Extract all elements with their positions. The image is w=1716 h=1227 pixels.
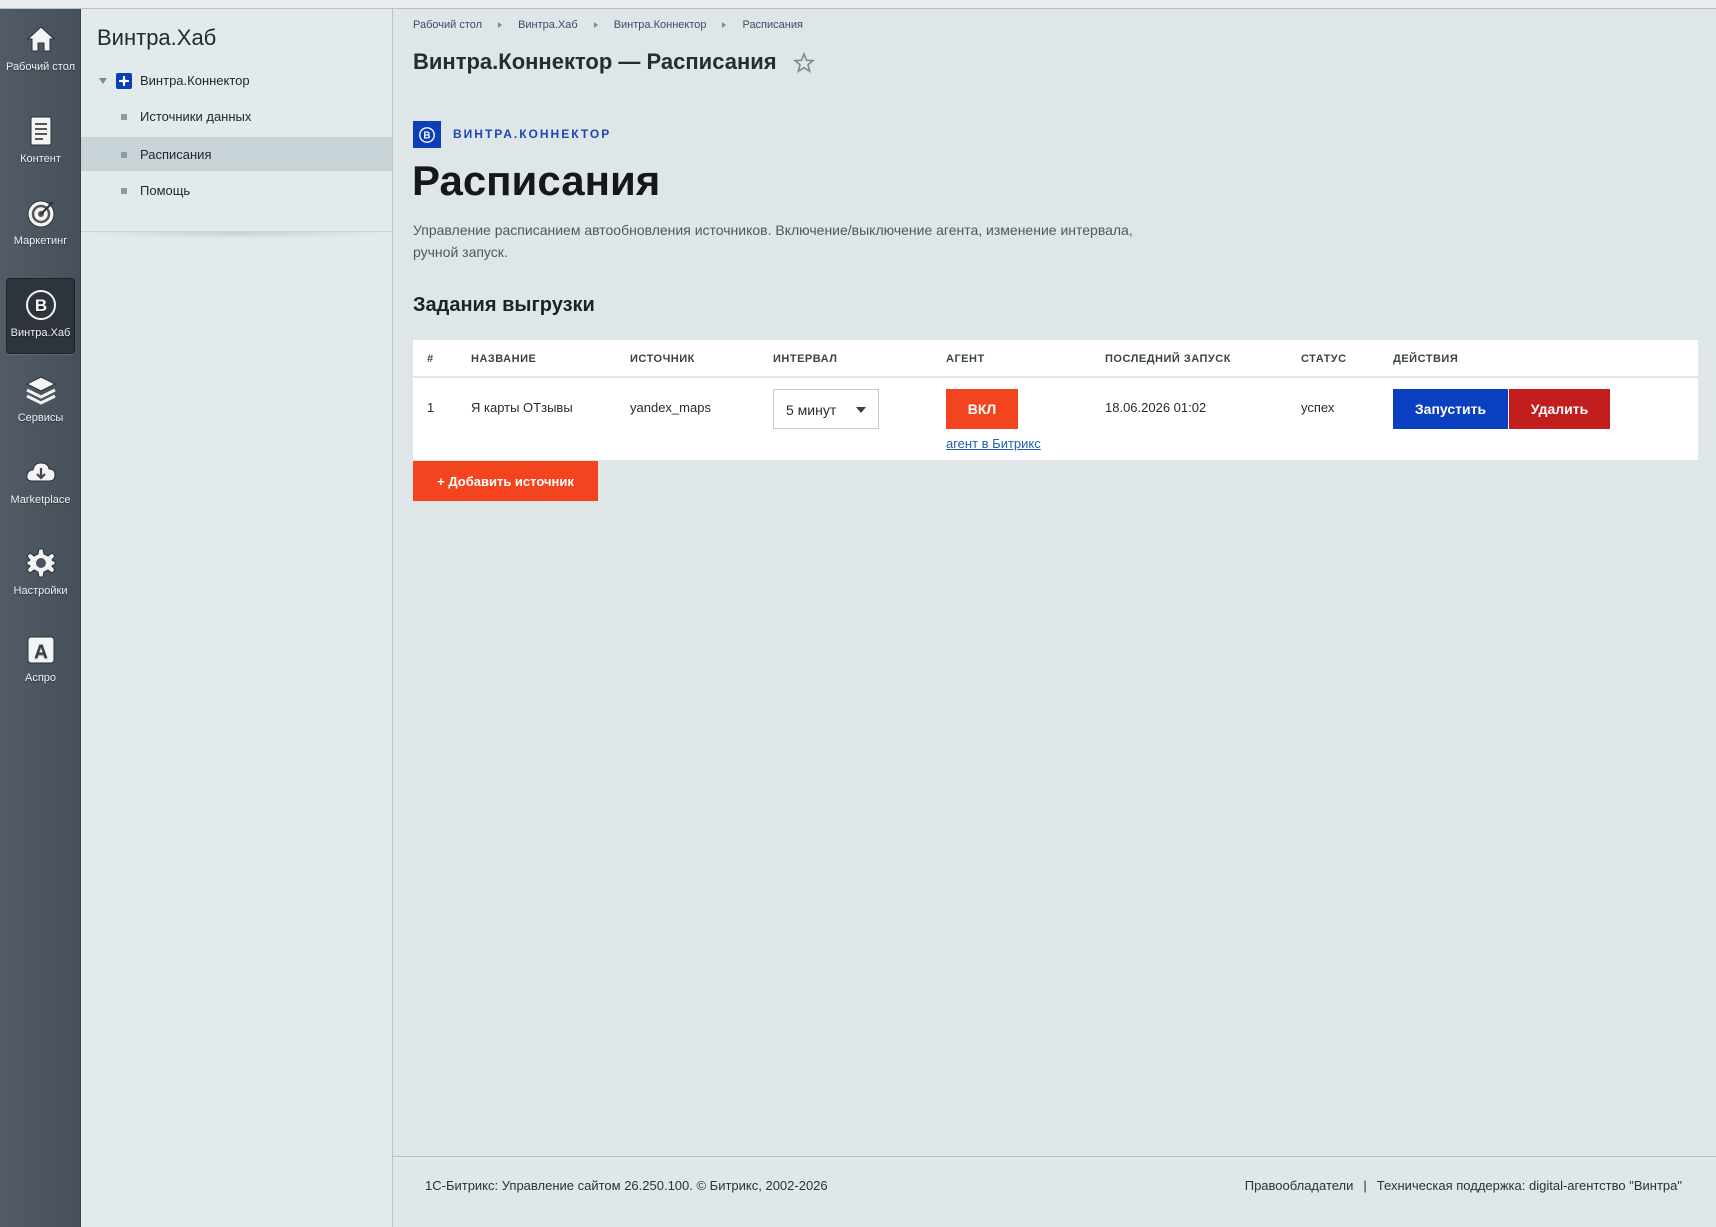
delete-button[interactable]: Удалить [1509, 389, 1610, 429]
menu-item-label: Винтра.Коннектор [140, 73, 250, 88]
row-number: 1 [427, 400, 435, 415]
page-title: Винтра.Коннектор — Расписания [413, 49, 777, 74]
favorite-star-icon[interactable] [793, 52, 815, 74]
menu-item-schedules[interactable]: Расписания [81, 137, 392, 171]
brand-label: ВИНТРА.КОННЕКТОР [453, 127, 612, 141]
column-header: ПОСЛЕДНИЙ ЗАПУСК [1105, 353, 1231, 365]
rail-label: Сервисы [17, 412, 64, 424]
rail-item-marketplace[interactable]: Marketplace [0, 455, 81, 506]
breadcrumb-item[interactable]: Расписания [742, 19, 802, 31]
rail-label: Аспро [24, 672, 57, 684]
column-header: АГЕНТ [946, 353, 985, 365]
home-icon [26, 26, 55, 52]
column-header: ИСТОЧНИК [630, 353, 695, 365]
breadcrumb-arrow-icon [498, 22, 503, 28]
document-icon [30, 116, 51, 146]
menu-item-vintra-connector[interactable]: Винтра.Коннектор [81, 63, 392, 97]
rail-label: Контент [20, 153, 61, 165]
status-text: успех [1301, 400, 1335, 415]
rights-holders-link[interactable]: Правообладатели [1245, 1178, 1354, 1193]
page-heading: Расписания [412, 157, 661, 204]
run-button[interactable]: Запустить [1393, 389, 1508, 429]
breadcrumb-item[interactable]: Винтра.Коннектор [614, 19, 707, 31]
brand-letter: В [423, 130, 430, 141]
job-name: Я карты ОТзывы [471, 400, 573, 415]
column-header: ИНТЕРВАЛ [773, 353, 838, 365]
rail-item-services[interactable]: Сервисы [0, 373, 81, 424]
footer: 1С-Битрикс: Управление сайтом 26.250.100… [393, 1156, 1716, 1227]
vintra-brand-logo-icon: В [413, 121, 441, 148]
rail-item-content[interactable]: Контент [0, 114, 81, 165]
agent-toggle-button[interactable]: ВКЛ [946, 389, 1018, 429]
agent-bitrix-link[interactable]: агент в Битрикс [946, 436, 1041, 451]
menu-title: Винтра.Хаб [97, 25, 217, 50]
column-header: НАЗВАНИЕ [471, 353, 537, 365]
rail-item-desktop[interactable]: Рабочий стол [0, 22, 81, 73]
browser-top-strip [0, 0, 1716, 9]
svg-text:B: B [34, 296, 46, 315]
table-row: 1 Я карты ОТзывы yandex_maps 5 минут ВКЛ… [413, 378, 1698, 460]
rail-item-vintra-hub[interactable]: B Винтра.Хаб [6, 278, 75, 354]
footer-links: Правообладатели | Техническая поддержка:… [1245, 1178, 1682, 1193]
add-source-button[interactable]: + Добавить источник [413, 461, 598, 501]
column-header: ДЕЙСТВИЯ [1393, 353, 1459, 365]
cloud-download-icon [25, 462, 56, 482]
section-menu: Винтра.Хаб Винтра.Коннектор Источники да… [81, 9, 393, 1227]
target-icon [27, 200, 54, 228]
vintra-logo-icon: B [25, 290, 56, 320]
rail-label: Настройки [13, 585, 68, 597]
main-content: Рабочий стол Винтра.Хаб Винтра.Коннектор… [393, 9, 1716, 1227]
menu-item-label: Расписания [140, 147, 212, 162]
job-source: yandex_maps [630, 400, 711, 415]
gear-icon [25, 548, 56, 578]
svg-text:A: A [34, 642, 48, 663]
breadcrumb-arrow-icon [593, 22, 598, 28]
menu-item-label: Источники данных [140, 109, 252, 124]
jobs-table: # НАЗВАНИЕ ИСТОЧНИК ИНТЕРВАЛ АГЕНТ ПОСЛЕ… [413, 340, 1698, 460]
menu-item-help[interactable]: Помощь [81, 173, 392, 207]
rail-label: Винтра.Хаб [10, 327, 71, 339]
letter-a-icon: A [27, 636, 54, 664]
rail-item-marketing[interactable]: Маркетинг [0, 196, 81, 247]
rail-label: Рабочий стол [5, 61, 76, 73]
footer-copyright: 1С-Битрикс: Управление сайтом 26.250.100… [425, 1178, 828, 1193]
rail-item-settings[interactable]: Настройки [0, 546, 81, 597]
page-description: Управление расписанием автообновления ис… [413, 222, 1133, 260]
column-header: # [427, 353, 434, 365]
interval-value: 5 минут [786, 402, 837, 418]
connector-icon [116, 73, 132, 89]
breadcrumb: Рабочий стол Винтра.Хаб Винтра.Коннектор… [413, 19, 803, 31]
menu-item-data-sources[interactable]: Источники данных [81, 99, 392, 133]
table-header: # НАЗВАНИЕ ИСТОЧНИК ИНТЕРВАЛ АГЕНТ ПОСЛЕ… [413, 340, 1698, 378]
rail-label: Маркетинг [13, 235, 68, 247]
menu-item-label: Помощь [140, 183, 191, 198]
breadcrumb-arrow-icon [722, 22, 727, 28]
column-header: СТАТУС [1301, 353, 1347, 365]
footer-divider: | [1363, 1178, 1367, 1193]
menu-divider [81, 231, 392, 239]
breadcrumb-item[interactable]: Рабочий стол [413, 19, 482, 31]
layers-icon [25, 376, 56, 405]
bullet-icon [121, 114, 127, 120]
bullet-icon [121, 188, 127, 194]
support-link[interactable]: Техническая поддержка: digital-агентство… [1377, 1178, 1682, 1193]
rail-label: Marketplace [10, 494, 71, 506]
section-title: Задания выгрузки [413, 294, 595, 316]
breadcrumb-item[interactable]: Винтра.Хаб [518, 19, 578, 31]
expand-arrow-icon[interactable] [99, 78, 107, 84]
chevron-down-icon [856, 407, 866, 413]
interval-select[interactable]: 5 минут [773, 389, 879, 429]
bullet-icon [121, 152, 127, 158]
rail-item-aspro[interactable]: A Аспро [0, 633, 81, 684]
last-run-time: 18.06.2026 01:02 [1105, 400, 1207, 415]
main-nav-rail: Рабочий стол Контент Маркетинг B Винтра.… [0, 9, 81, 1227]
